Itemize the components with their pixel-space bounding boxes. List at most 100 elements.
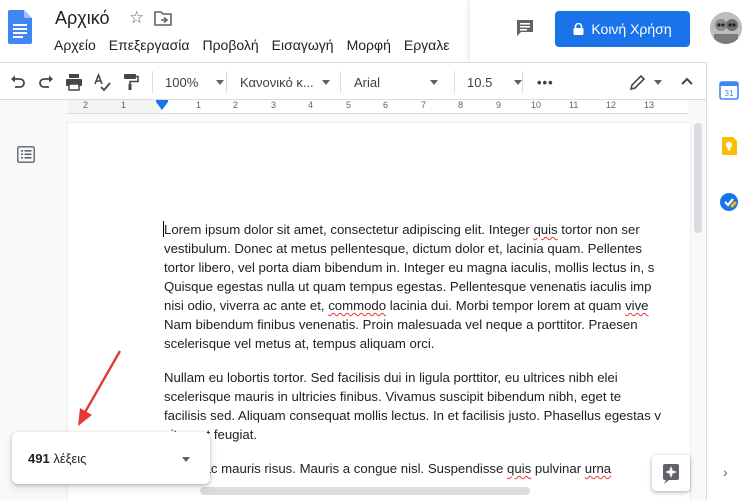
text-line: vestibulum. Donec at metus pellentesque,… [164,241,642,256]
ruler: 2 1 1 2 3 4 5 6 7 8 9 10 11 12 13 [68,100,688,114]
text-line: scelerisque vel metus at, tempus aliquam… [164,336,435,351]
menu-edit[interactable]: Επεξεργασία [109,37,190,53]
user-avatar[interactable] [710,12,742,44]
document-body[interactable]: Lorem ipsum dolor sit amet, consectetur … [164,220,690,493]
misspelled-word[interactable]: commodo [328,298,386,313]
star-icon[interactable]: ☆ [129,8,144,28]
scrollbar-thumb[interactable] [694,123,702,233]
keep-icon[interactable] [719,136,739,156]
font-select[interactable]: Arial [354,71,439,93]
menu-view[interactable]: Προβολή [202,37,258,53]
text-line: nisi odio, viverra ac ante et, commodo l… [164,298,649,313]
toolbar-separator [226,71,227,93]
toolbar-separator [522,71,523,93]
move-to-folder-icon[interactable] [154,10,172,26]
word-count-label: λέξεις [53,451,87,466]
misspelled-word[interactable]: quis [507,461,531,476]
paragraph[interactable]: Fusce ac mauris risus. Mauris a congue n… [164,459,690,478]
left-indent-marker[interactable] [156,102,168,110]
document-outline-icon[interactable] [17,146,35,163]
ruler-number: 8 [458,100,464,110]
chevron-down-icon[interactable] [182,457,190,462]
toolbar-separator [152,71,153,93]
font-value: Arial [354,74,381,90]
text-line: Lorem ipsum dolor sit amet, consectetur … [164,222,640,237]
ruler-number: 3 [271,100,277,110]
print-button[interactable] [64,71,84,93]
menubar: Αρχείο Επεξεργασία Προβολή Εισαγωγή Μορφ… [54,37,463,53]
font-size-value: 10.5 [467,74,493,90]
svg-text:31: 31 [725,89,734,98]
ruler-number: 6 [383,100,389,110]
toolbar-separator [340,71,341,93]
chevron-down-icon [654,79,662,85]
calendar-icon[interactable]: 31 [719,80,739,100]
misspelled-word[interactable]: vive [625,298,648,313]
vertical-scrollbar[interactable] [691,114,705,500]
redo-button[interactable] [36,71,56,93]
paragraph-style-select[interactable]: Κανονικό κ... [240,71,330,93]
chevron-down-icon [321,79,330,85]
ruler-number: 2 [233,100,239,110]
chevron-up-icon [681,77,693,85]
comments-icon[interactable] [515,18,535,38]
zoom-value: 100% [165,74,199,90]
side-panel: 31 › [706,62,750,500]
ruler-number: 4 [308,100,314,110]
style-value: Κανονικό κ... [240,74,314,90]
menu-file[interactable]: Αρχείο [54,37,96,53]
share-label: Κοινή Χρήση [591,21,672,37]
tasks-icon[interactable] [719,192,739,212]
pencil-icon [629,74,646,91]
undo-icon [11,75,25,88]
annotation-arrow [78,350,122,426]
ruler-number: 9 [496,100,502,110]
more-icon: ••• [537,74,554,90]
redo-icon [39,75,53,88]
explore-button[interactable] [652,455,690,491]
text-line: Quisque egestas nulla ut quam tempus ege… [164,279,652,294]
docs-logo-icon[interactable] [8,10,32,44]
menu-insert[interactable]: Εισαγωγή [272,37,334,53]
paragraph[interactable]: Nullam eu lobortis tortor. Sed facilisis… [164,368,690,444]
document-title[interactable]: Αρχικό [55,8,109,29]
misspelled-word[interactable]: urna [585,461,611,476]
ruler-number: 10 [531,100,542,110]
text-line: Fusce ac mauris risus. Mauris a congue n… [164,461,612,476]
ruler-number: 7 [421,100,427,110]
text-line: sit amet feugiat. [164,427,258,442]
horizontal-scrollbar-thumb[interactable] [200,487,530,495]
menu-tools[interactable]: Εργαλε [404,37,450,53]
text-line: facilisis sed. Aliquam consequat mollis … [164,408,661,423]
misspelled-word[interactable]: quis [533,222,557,237]
share-button[interactable]: Κοινή Χρήση [555,11,690,47]
ruler-number: 1 [196,100,202,110]
font-size-select[interactable]: 10.5 [467,71,523,93]
word-count-widget[interactable]: 491 λέξεις [12,432,210,484]
ruler-number: 2 [83,100,89,110]
text-line: Nullam eu lobortis tortor. Sed facilisis… [164,370,618,385]
spellcheck-button[interactable] [92,71,112,93]
header-actions: Κοινή Χρήση [470,0,750,62]
chevron-right-icon[interactable]: › [723,464,728,480]
paint-format-button[interactable] [120,71,140,93]
toolbar: 100% Κανονικό κ... Arial 10.5 ••• [0,62,706,100]
google-docs-window: Αρχικό ☆ Αρχείο Επεξεργασία Προβολή Εισα… [0,0,750,500]
undo-button[interactable] [8,71,28,93]
text-line: Nam bibendum finibus venenatis. Proin ma… [164,317,638,332]
menu-format[interactable]: Μορφή [347,37,391,53]
editing-mode-button[interactable] [628,71,662,93]
more-options-button[interactable]: ••• [537,71,554,93]
ruler-number: 5 [346,100,352,110]
lock-icon [573,23,584,35]
paragraph[interactable]: Lorem ipsum dolor sit amet, consectetur … [164,220,690,353]
text-line: tortor libero, vel porta diam bibendum i… [164,260,655,275]
text-line: scelerisque mauris in ultricies finibus.… [164,389,622,404]
chevron-down-icon [430,79,439,85]
hide-menus-button[interactable] [678,71,696,93]
zoom-select[interactable]: 100% [165,71,225,93]
spellcheck-icon [94,72,111,92]
ruler-number: 12 [606,100,617,110]
ruler-number: 13 [644,100,655,110]
ruler-number: 1 [121,100,127,110]
